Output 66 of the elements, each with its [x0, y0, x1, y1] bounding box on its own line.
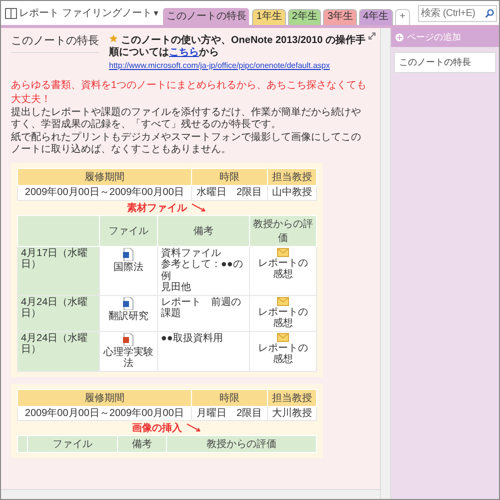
horizontal-scrollbar[interactable]	[1, 489, 380, 499]
table-cell: 水曜日 2限目	[191, 186, 268, 200]
column-header: 時限	[191, 389, 268, 406]
add-tab-button[interactable]: +	[394, 9, 410, 25]
section-tab[interactable]: 3年生	[323, 9, 357, 25]
caret-icon[interactable]: ▾	[154, 8, 158, 18]
table-cell: 月曜日 2限目	[191, 406, 268, 420]
envelope-icon[interactable]	[277, 296, 290, 306]
arrow-icon	[186, 423, 202, 433]
date-cell: 4月24日（水曜日）	[18, 331, 100, 371]
plus-circle-icon	[395, 33, 404, 42]
page-title: このノートの特長	[11, 34, 99, 53]
url-link[interactable]: http://www.microsoft.com/ja-jp/office/pipc/onenote/default.aspx	[109, 61, 368, 70]
section-tab[interactable]: 4年生	[359, 9, 393, 25]
file-name: 翻訳研究	[108, 310, 148, 322]
envelope-icon[interactable]	[277, 248, 290, 256]
search-icon[interactable]	[485, 8, 494, 18]
annotation-label: 素材ファイル	[127, 202, 187, 214]
section-tab[interactable]: 2年生	[288, 9, 322, 25]
file-name: 国際法	[113, 262, 144, 273]
remark-text: 参考として：●●の例	[160, 259, 244, 282]
column-header: 担当教授	[267, 168, 316, 186]
column-header: 備考	[117, 436, 167, 452]
column-header: ファイル	[99, 215, 158, 246]
headline-text: あらゆる書類、資料を1つのノートにまとめられるから、あちこち探さなくても大丈夫！	[11, 78, 368, 106]
evaluation-text: レポートの感想	[257, 258, 310, 280]
evaluation-text: レポートの感想	[257, 342, 310, 366]
table-cell: 山中教授	[267, 186, 316, 200]
date-cell: 4月24日（水曜日）	[18, 295, 100, 331]
column-header: 履修期間	[18, 389, 192, 406]
notebook-icon[interactable]	[5, 8, 17, 18]
document-icon[interactable]	[122, 248, 134, 260]
column-header: 教授からの評価	[166, 436, 316, 452]
column-header: 備考	[157, 215, 250, 246]
document-icon[interactable]	[122, 332, 134, 346]
notebook-title[interactable]: レポート ファイリングノート	[19, 6, 152, 20]
evaluation-text: レポートの感想	[257, 306, 310, 330]
expand-icon[interactable]	[368, 32, 376, 40]
paragraph-text: 紙で配られたプリントもデジカメやスマートフォンで撮影して画像にしてこのノートに取り込めば、なくすこともありません。	[11, 132, 362, 156]
paragraph-text: 提出したレポートや課題のファイルを添付するだけ、作業が簡単だから続けやすく、学習成果の記録を、「すべて」残せるのが特長です。	[11, 107, 362, 131]
column-header: 履修期間	[18, 168, 192, 186]
table-cell: 2009年00月00日～2009年00月00日	[18, 406, 192, 420]
search-field[interactable]: 検索 (Ctrl+E)	[418, 4, 497, 22]
column-header: 教授からの評価	[250, 215, 316, 246]
remark-text: 資料ファイル	[160, 248, 222, 258]
arrow-icon	[191, 202, 207, 212]
link[interactable]: こちら	[169, 47, 199, 58]
note-text: このノートの使い方や、OneNote 2013/2010 の操作手順についてはこちらから	[109, 34, 366, 59]
remark-text: 見田他	[160, 282, 192, 294]
envelope-icon[interactable]	[277, 332, 290, 342]
star-icon	[109, 34, 118, 43]
column-header: ファイル	[27, 436, 118, 452]
page-item[interactable]: このノートの特長	[394, 52, 496, 73]
annotation-label: 画像の挿入	[132, 422, 182, 435]
column-header: 担当教授	[267, 389, 316, 406]
vertical-scrollbar[interactable]	[380, 28, 391, 499]
remark-text: レポート 前週の課題	[160, 296, 242, 320]
section-tab[interactable]: このノートの特長	[162, 7, 250, 25]
date-cell: 4月17日（水曜日）	[18, 246, 100, 295]
remark-text: ●●取扱資料用	[160, 332, 224, 344]
section-tab[interactable]: 1年生	[252, 9, 286, 25]
column-header: 時限	[191, 168, 268, 186]
table-cell: 大川教授	[267, 406, 316, 420]
document-icon[interactable]	[122, 296, 134, 310]
table-cell: 2009年00月00日～2009年00月00日	[18, 186, 192, 200]
file-name: 心理学実験法	[102, 346, 154, 370]
